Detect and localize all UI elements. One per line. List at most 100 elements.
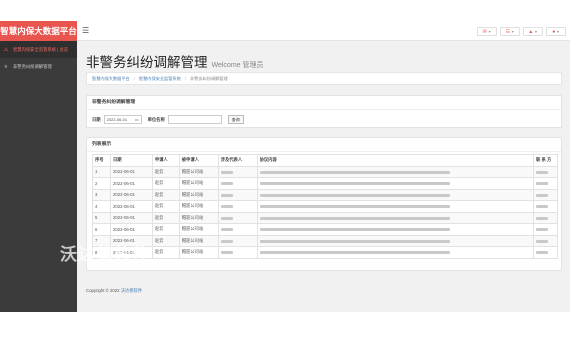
cell-applicant: 赵云 <box>151 177 180 190</box>
bell-icon: ▲ <box>528 28 534 35</box>
unit-name-input[interactable] <box>167 115 222 124</box>
search-panel-title: 非警务纠纷调解管理 <box>87 96 561 110</box>
app-brand[interactable]: 智慧内保大数据平台 <box>0 21 77 41</box>
main-content: 非警务纠纷调解管理 Welcome 管理员 智慧内保大数据平台 / 智慧内保安全监… <box>77 41 570 312</box>
user-icon: ● <box>552 28 556 35</box>
cell-date: 2022-06-01 <box>109 188 153 201</box>
table-row[interactable]: 6 2022-06-01 赵云 帽迎公司站 <box>92 223 559 236</box>
date-label: 日期 <box>92 116 101 122</box>
page-bottom <box>77 312 570 360</box>
tasks-button[interactable]: ☷ ▼ <box>500 27 520 36</box>
cell-no: 6 <box>92 223 111 236</box>
search-form: 日期 2022-06-01 ▭ 单位名称 查询 <box>87 110 561 129</box>
date-field[interactable]: 2022-06-01 ▭ <box>103 115 142 124</box>
cell-representative-redacted <box>217 234 258 247</box>
cell-date: 2022-06-01 <box>109 211 153 224</box>
watermark: 沃达德软件 <box>60 245 150 264</box>
cell-respondent: 帽迎公司站 <box>178 188 219 201</box>
cell-applicant: 赵云 <box>151 211 180 224</box>
column-header: 联 系 方 <box>532 154 559 167</box>
warning-icon: ⚠ <box>3 46 9 53</box>
cell-representative-redacted <box>217 211 258 224</box>
cell-agreement-redacted <box>256 246 534 259</box>
cell-date: 2022-06-01 <box>109 165 153 178</box>
cell-representative-redacted <box>217 223 258 236</box>
table-row[interactable]: 7 2022-06-01 赵云 帽迎公司站 <box>92 234 559 247</box>
cell-contact-redacted <box>532 165 559 178</box>
column-header: 协议内容 <box>256 154 534 167</box>
top-actions: ✉ ▼ ☷ ▼ ▲ ▼ ● ▼ <box>477 27 566 36</box>
table-row[interactable]: 8 2022-06-01 赵云 帽迎公司站 <box>92 246 559 259</box>
search-panel: 非警务纠纷调解管理 日期 2022-06-01 ▭ 单位名称 查询 <box>86 95 562 128</box>
chevron-down-icon: ▼ <box>511 29 515 34</box>
chevron-down-icon: ▼ <box>487 29 492 34</box>
cell-no: 4 <box>92 200 111 213</box>
cell-representative-redacted <box>217 200 258 213</box>
page-bottom-left <box>0 312 77 360</box>
cell-applicant: 赵云 <box>151 234 180 247</box>
breadcrumb-current: 非警务纠纷调解管理 <box>189 75 228 81</box>
list-panel-title: 列表展示 <box>87 138 561 152</box>
alerts-button[interactable]: ▲ ▼ <box>523 27 543 36</box>
envelope-icon: ✉ <box>482 28 487 35</box>
sidebar-item-mediation[interactable]: ≡ 非警务纠纷调解管理 <box>0 58 77 75</box>
cell-date: 2022-06-01 <box>109 223 153 236</box>
cell-respondent: 帽迎公司站 <box>178 246 219 259</box>
column-header: 序号 <box>92 154 111 167</box>
cell-date: 2022-06-01 <box>109 200 153 213</box>
sidebar-item-label: 非警务纠纷调解管理 <box>13 63 52 69</box>
table-row[interactable]: 4 2022-06-01 赵云 帽迎公司站 <box>92 200 559 213</box>
cell-applicant: 赵云 <box>151 246 180 259</box>
messages-button[interactable]: ✉ ▼ <box>477 27 497 36</box>
cell-no: 2 <box>92 177 111 190</box>
chevron-down-icon: ▼ <box>534 29 538 34</box>
sidebar: ⚠ 智慧内保安全监管系统 | 总览 ≡ 非警务纠纷调解管理 <box>0 41 77 312</box>
breadcrumb-item[interactable]: 智慧内保安全监管系统 <box>139 76 181 82</box>
table-row[interactable]: 2 2022-06-01 赵云 帽迎公司站 <box>92 177 559 190</box>
cell-contact-redacted <box>532 234 559 247</box>
cell-contact-redacted <box>532 177 559 190</box>
data-table: 序号 日期 申请人 被申请人 涉及代表人 协议内容 联 系 方 1 2022-06… <box>92 154 559 259</box>
cell-respondent: 帽迎公司站 <box>178 234 219 247</box>
tasks-icon: ☷ <box>505 28 510 35</box>
copyright-text: Copyright © 2022 <box>86 288 120 293</box>
breadcrumb-separator: / <box>184 76 186 81</box>
calendar-icon[interactable]: ▭ <box>135 117 139 122</box>
breadcrumb-separator: / <box>133 76 135 81</box>
query-button[interactable]: 查询 <box>227 115 244 124</box>
column-header: 申请人 <box>151 154 180 167</box>
cell-contact-redacted <box>532 211 559 224</box>
user-menu-button[interactable]: ● ▼ <box>546 27 566 36</box>
cell-agreement-redacted <box>256 211 534 224</box>
cell-agreement-redacted <box>256 200 534 213</box>
cell-applicant: 赵云 <box>151 223 180 236</box>
chevron-down-icon: ▼ <box>556 29 560 34</box>
page-subtitle: Welcome 管理员 <box>211 62 264 69</box>
cell-agreement-redacted <box>256 177 534 190</box>
page-title: 非警务纠纷调解管理 Welcome 管理员 <box>86 51 264 71</box>
cell-respondent: 帽迎公司站 <box>178 211 219 224</box>
sidebar-item-label: 智慧内保安全监管系统 | 总览 <box>13 46 69 52</box>
company-link[interactable]: 沃达德软件 <box>121 288 142 293</box>
hamburger-icon[interactable]: ☰ <box>82 26 89 36</box>
table-row[interactable]: 5 2022-06-01 赵云 帽迎公司站 <box>92 211 559 224</box>
list-panel: 列表展示 序号 日期 申请人 被申请人 涉及代表人 协议内容 联 系 方 1 20… <box>86 137 562 271</box>
sidebar-item-overview[interactable]: ⚠ 智慧内保安全监管系统 | 总览 <box>0 41 77 58</box>
cell-no: 3 <box>92 188 111 201</box>
table-header-row: 序号 日期 申请人 被申请人 涉及代表人 协议内容 联 系 方 <box>92 154 559 167</box>
cell-agreement-redacted <box>256 188 534 201</box>
cell-representative-redacted <box>217 177 258 190</box>
cell-respondent: 帽迎公司站 <box>178 200 219 213</box>
cell-representative-redacted <box>217 188 258 201</box>
breadcrumb-item[interactable]: 智慧内保大数据平台 <box>92 76 130 82</box>
table-row[interactable]: 3 2022-06-01 赵云 帽迎公司站 <box>92 188 559 201</box>
cell-representative-redacted <box>217 165 258 178</box>
cell-contact-redacted <box>532 188 559 201</box>
table-row[interactable]: 1 2022-06-01 赵云 帽迎公司站 <box>92 165 559 178</box>
cell-applicant: 赵云 <box>151 188 180 201</box>
cell-contact-redacted <box>532 223 559 236</box>
cell-applicant: 赵云 <box>151 200 180 213</box>
unit-label: 单位名称 <box>147 116 165 122</box>
column-header: 涉及代表人 <box>217 154 258 167</box>
cell-no: 1 <box>92 165 111 178</box>
